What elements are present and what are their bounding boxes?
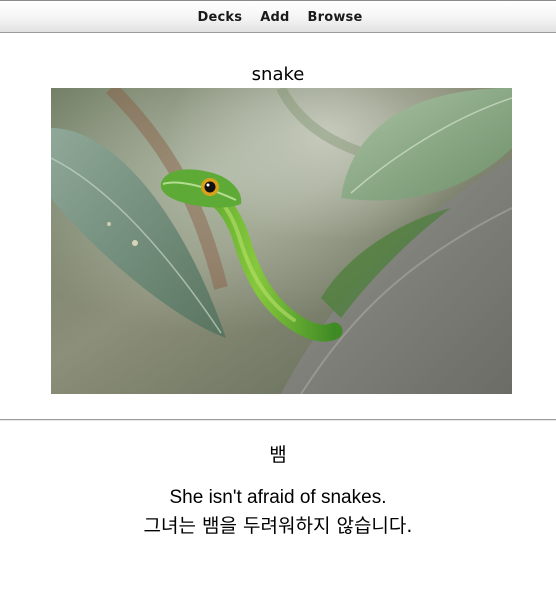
- nav-decks-link[interactable]: Decks: [198, 10, 243, 25]
- example-sentence-korean: 그녀는 뱀을 두려워하지 않습니다.: [143, 515, 413, 537]
- card-back-translation: 뱀: [269, 444, 287, 466]
- snake-photo: [51, 88, 512, 394]
- card-divider: [0, 419, 556, 421]
- main-nav: Decks Add Browse: [0, 1, 556, 34]
- nav-add-link[interactable]: Add: [260, 10, 289, 25]
- nav-browse-link[interactable]: Browse: [307, 10, 362, 25]
- top-toolbar: Decks Add Browse: [0, 0, 556, 33]
- example-sentence-english: She isn't afraid of snakes.: [169, 487, 387, 508]
- card-front-word: snake: [251, 64, 305, 85]
